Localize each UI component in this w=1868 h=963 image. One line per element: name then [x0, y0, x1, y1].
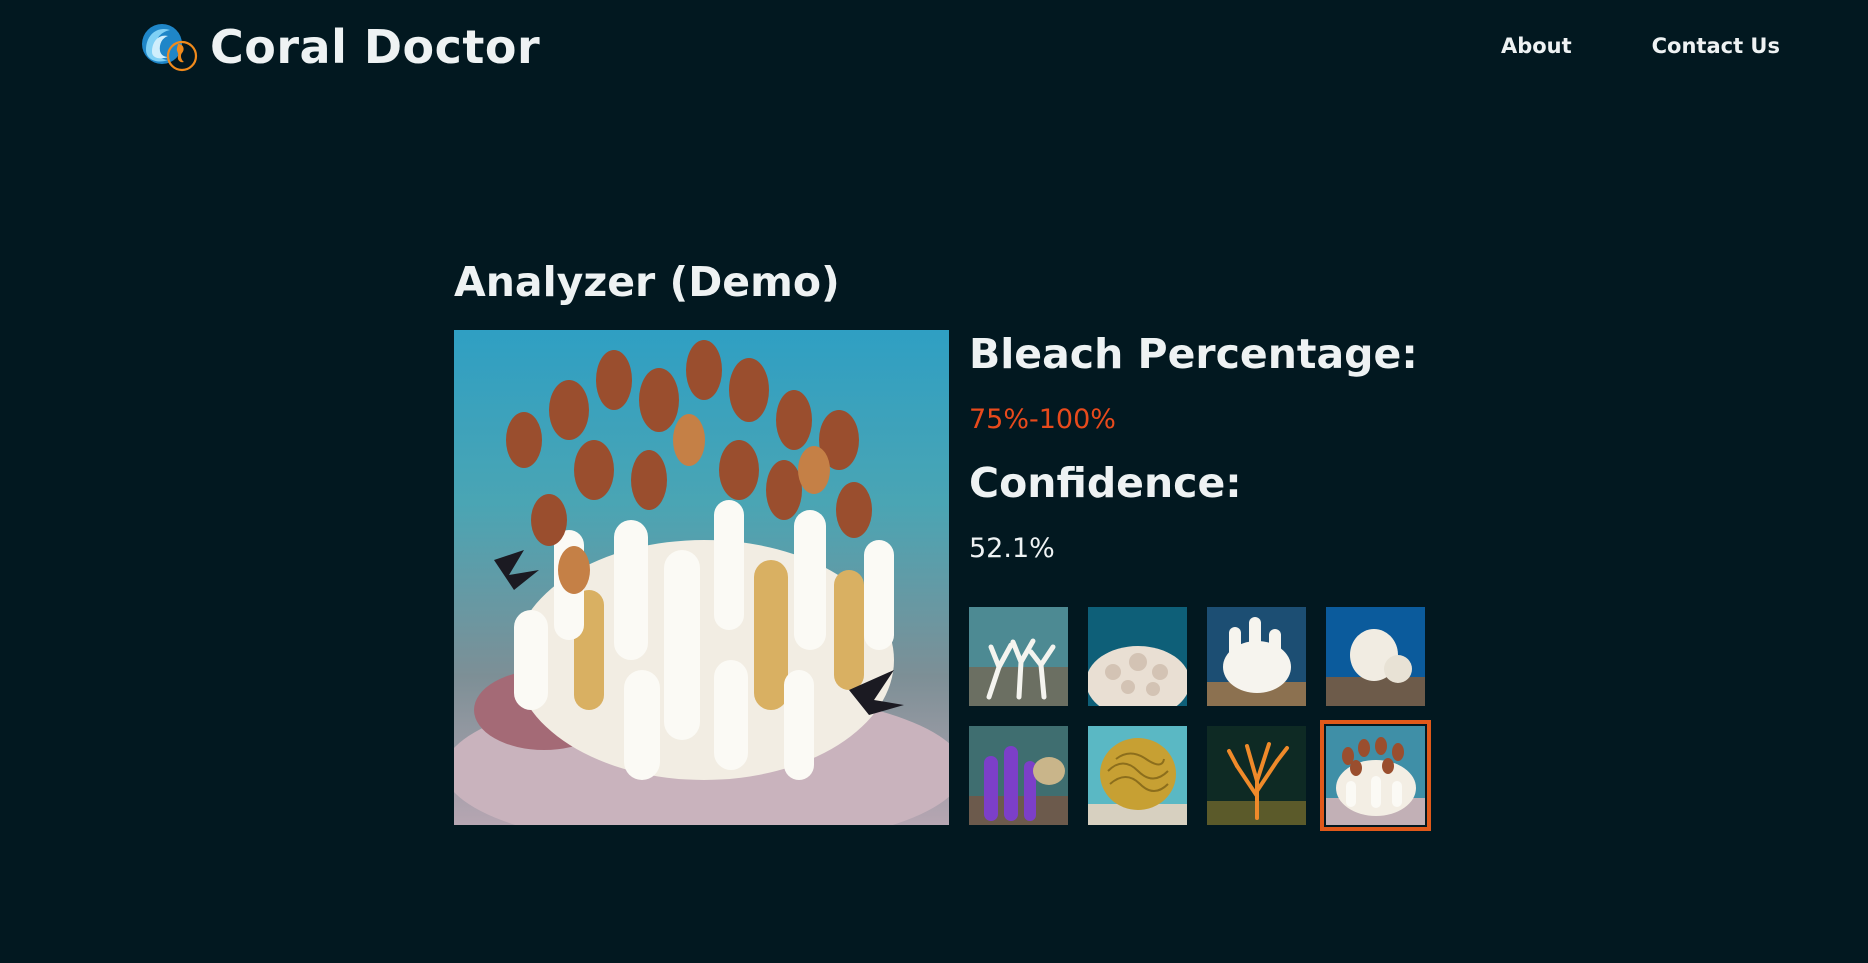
bleached-mound-coral-image	[1326, 607, 1425, 706]
brain-coral-image	[1088, 726, 1187, 825]
sample-thumbnail-bleached-white-cluster[interactable]	[1207, 607, 1306, 706]
page: Coral Doctor About Contact Us Analyzer (…	[0, 0, 1868, 963]
sample-thumbnail-orange-sea-fan[interactable]	[1207, 726, 1306, 825]
top-nav: About Contact Us	[1421, 34, 1780, 58]
sample-thumbnail-purple-soft-coral[interactable]	[969, 726, 1068, 825]
bleached-boulder-coral-image	[1088, 607, 1187, 706]
purple-soft-coral-image	[969, 726, 1068, 825]
orange-sea-fan-coral-image	[1207, 726, 1306, 825]
sample-thumbnail-bleached-boulder[interactable]	[1088, 607, 1187, 706]
bleached-white-cluster-coral-image	[1207, 607, 1306, 706]
wave-seahorse-logo-icon	[142, 24, 198, 72]
page-title: Analyzer (Demo)	[454, 258, 840, 306]
sample-thumbnail-bleached-mound[interactable]	[1326, 607, 1425, 706]
analyzed-coral-image	[454, 330, 949, 825]
sample-thumbnail-bleached-branching[interactable]	[969, 607, 1068, 706]
brand-logo-link[interactable]: Coral Doctor	[138, 20, 540, 74]
confidence-value: 52.1%	[969, 533, 1055, 564]
sample-thumbnail-partially-bleached-finger-coral[interactable]	[1320, 720, 1431, 831]
nav-contact-link[interactable]: Contact Us	[1652, 34, 1780, 58]
bleach-percentage-value: 75%-100%	[969, 404, 1116, 435]
brand-name: Coral Doctor	[210, 20, 541, 74]
sample-thumbnail-brain-coral[interactable]	[1088, 726, 1187, 825]
bleach-percentage-label: Bleach Percentage:	[969, 330, 1418, 378]
bleached-branching-coral-image	[969, 607, 1068, 706]
nav-about-link[interactable]: About	[1501, 34, 1572, 58]
confidence-label: Confidence:	[969, 459, 1242, 507]
partially-bleached-finger-coral-image	[1326, 726, 1425, 825]
